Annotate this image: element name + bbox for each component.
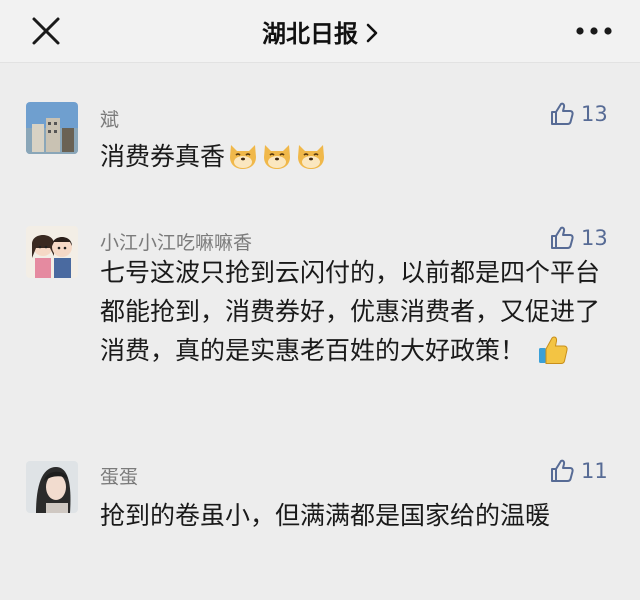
comment-text-row: 抢到的卷虽小，但满满都是国家给的温暖 [100,496,615,535]
like-button[interactable]: 13 [549,225,608,251]
doge-emoji [261,141,293,182]
comment-text: 消费券真香 [100,142,226,171]
comment-author: 蛋蛋 [100,466,139,488]
comment-text: 抢到的卷虽小，但满满都是国家给的温暖 [100,501,551,530]
avatar[interactable] [26,102,78,154]
comment-text-row: 七号这波只抢到云闪付的，以前都是四个平台都能抢到，消费券好，优惠消费者，又促进了… [100,253,615,377]
account-title-link[interactable]: 湖北日报 [0,14,640,49]
comment-item: 斌 13 消费券真香 [0,100,640,190]
top-bar: 湖北日报 [0,0,640,63]
thumbs-up-icon [551,226,574,249]
like-button[interactable]: 11 [549,458,608,484]
comment-author: 斌 [100,109,120,131]
comment-item: 蛋蛋 11 抢到的卷虽小，但满满都是国家给的温暖 [0,459,640,579]
more-button[interactable] [572,17,616,45]
chevron-right-icon [366,21,378,49]
comment-item: 小江小江吃嘛嘛香 13 七号这波只抢到云闪付的，以前都是四个平台都能抢到，消费券… [0,224,640,424]
comment-text-row: 消费券真香 [100,137,615,182]
more-icon [576,27,612,35]
doge-emoji [295,141,327,182]
like-count: 13 [581,226,608,250]
like-count: 11 [581,459,608,483]
comment-text: 七号这波只抢到云闪付的，以前都是四个平台都能抢到，消费券好，优惠消费者，又促进了… [100,258,601,365]
avatar[interactable] [26,461,78,513]
like-count: 13 [581,102,608,126]
comment-author: 小江小江吃嘛嘛香 [100,232,253,254]
avatar[interactable] [26,226,78,278]
thumbs-up-icon [551,102,574,125]
like-button[interactable]: 13 [549,101,608,127]
page-title: 湖北日报 [262,20,358,48]
thumbs-up-icon [551,459,574,482]
thumbs-up-emoji [537,334,569,377]
doge-emoji [227,141,259,182]
